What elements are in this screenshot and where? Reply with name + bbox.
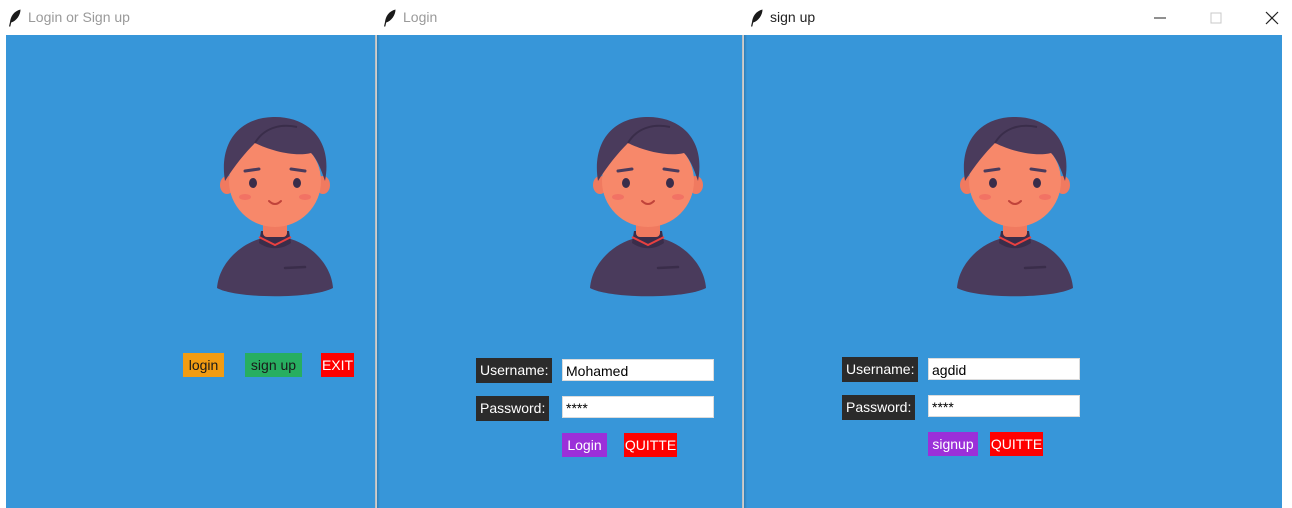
signup-window-titlebar[interactable]: sign up — [742, 0, 1292, 35]
feather-icon — [8, 9, 22, 27]
user-avatar-image — [215, 113, 335, 303]
login-window-content: Username: Mohamed Password: **** Login Q… — [377, 35, 742, 508]
login-window-titlebar[interactable]: Login — [375, 0, 742, 35]
username-input[interactable]: agdid — [928, 358, 1080, 380]
quit-button[interactable]: QUITTE — [624, 433, 677, 457]
window-title: Login or Sign up — [28, 9, 130, 25]
password-label: Password: — [842, 395, 916, 420]
signup-submit-button[interactable]: signup — [928, 432, 978, 456]
maximize-icon[interactable] — [1206, 8, 1226, 28]
main-window-content: login sign up EXIT — [6, 35, 375, 508]
main-window: Login or Sign up login sign up EXIT — [0, 0, 375, 508]
user-avatar-image — [955, 113, 1075, 303]
window-shadow — [375, 35, 380, 508]
user-avatar-image — [588, 113, 708, 303]
window-title: Login — [403, 9, 438, 25]
feather-icon — [750, 9, 764, 27]
feather-icon — [383, 9, 397, 27]
login-submit-button[interactable]: Login — [562, 433, 607, 457]
password-input[interactable]: **** — [928, 395, 1080, 417]
main-window-titlebar[interactable]: Login or Sign up — [0, 0, 375, 35]
signup-window: sign up Username: agdid Password: **** s… — [742, 0, 1292, 508]
username-label: Username: — [842, 357, 919, 382]
username-input[interactable]: Mohamed — [562, 359, 714, 381]
quit-button[interactable]: QUITTE — [990, 432, 1043, 456]
sign-up-button[interactable]: sign up — [245, 353, 302, 377]
login-window: Login Username: Mohamed Password: **** L… — [375, 0, 742, 508]
window-title: sign up — [770, 9, 816, 25]
login-button[interactable]: login — [183, 353, 224, 377]
window-shadow — [742, 35, 747, 508]
exit-button[interactable]: EXIT — [321, 353, 354, 377]
password-label: Password: — [476, 396, 550, 421]
password-input[interactable]: **** — [562, 396, 714, 418]
close-icon[interactable] — [1262, 8, 1282, 28]
minimize-icon[interactable] — [1150, 8, 1170, 28]
username-label: Username: — [476, 358, 553, 383]
signup-window-content: Username: agdid Password: **** signup QU… — [744, 35, 1282, 508]
